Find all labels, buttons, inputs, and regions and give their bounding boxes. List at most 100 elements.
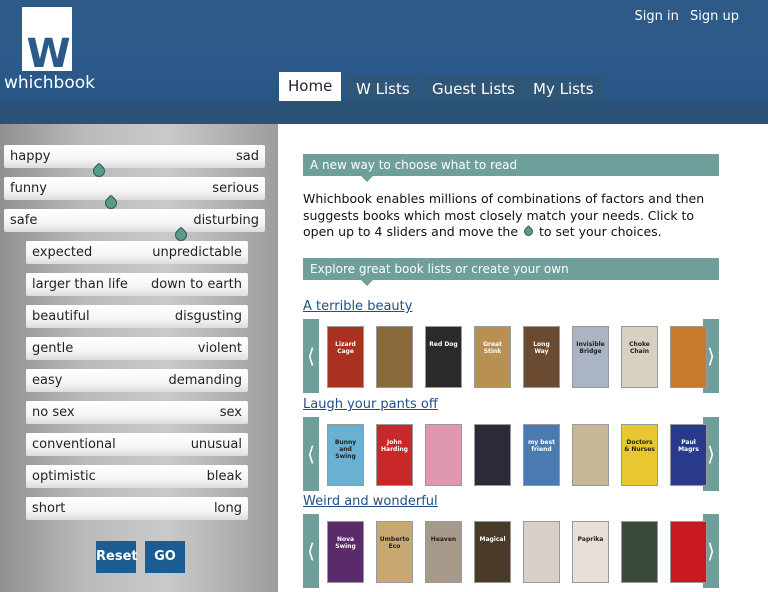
logo-w-glyph: W bbox=[26, 31, 70, 77]
slider-right-label: demanding bbox=[168, 373, 242, 388]
slider-option-no-sex-sex[interactable]: no sex sex bbox=[26, 401, 248, 424]
slider-right-label: disturbing bbox=[193, 213, 259, 228]
slider-left-label: no sex bbox=[32, 405, 75, 420]
book-cover[interactable]: my best friend bbox=[523, 424, 560, 486]
reset-button[interactable]: Reset bbox=[96, 541, 138, 573]
book-cover[interactable]: Paprika bbox=[572, 521, 609, 583]
tab-home[interactable]: Home bbox=[279, 72, 342, 101]
tab-my-lists[interactable]: My Lists bbox=[524, 76, 603, 102]
slider-right-label: disgusting bbox=[174, 309, 242, 324]
slider-right-label: sex bbox=[219, 405, 242, 420]
slider-option-conventional-unusual[interactable]: conventional unusual bbox=[26, 433, 248, 456]
book-cover-title: Lizard Cage bbox=[335, 341, 356, 355]
slider-right-label: long bbox=[213, 501, 242, 516]
go-button[interactable]: GO bbox=[145, 541, 185, 573]
lists-heading-band: Explore great book lists or create your … bbox=[303, 258, 719, 286]
slider-knob-icon bbox=[522, 225, 535, 238]
slider-happy-sad[interactable]: happy sad bbox=[4, 145, 265, 180]
list-title[interactable]: Laugh your pants off bbox=[303, 397, 438, 412]
book-cover[interactable]: Heaven bbox=[425, 521, 462, 583]
book-cover[interactable] bbox=[572, 424, 609, 486]
list-title[interactable]: Weird and wonderful bbox=[303, 494, 438, 509]
book-carousel: ⟨ ⟩ Bunny and Swing John Harding my best f… bbox=[303, 417, 719, 491]
slider-left-label: funny bbox=[10, 181, 47, 196]
book-cover[interactable]: John Harding bbox=[376, 424, 413, 486]
sign-in-link[interactable]: Sign in bbox=[635, 9, 679, 24]
logo-wordmark[interactable]: whichbook bbox=[4, 73, 95, 93]
band-notch bbox=[361, 280, 373, 286]
carousel-prev-button[interactable]: ⟨ bbox=[303, 319, 319, 393]
slider-left-label: optimistic bbox=[32, 469, 96, 484]
book-cover[interactable] bbox=[474, 424, 511, 486]
book-cover[interactable]: Magical bbox=[474, 521, 511, 583]
slider-right-label: unpredictable bbox=[152, 245, 242, 260]
band-notch bbox=[361, 176, 373, 182]
tab-w-lists[interactable]: W Lists bbox=[347, 76, 419, 102]
book-cover-title: Choke Chain bbox=[629, 341, 650, 355]
book-cover-title: Nova Swing bbox=[335, 536, 356, 550]
book-cover-title: Heaven bbox=[430, 536, 457, 543]
slider-option-short-long[interactable]: short long bbox=[26, 497, 248, 520]
intro-text-after: to set your choices. bbox=[539, 224, 662, 239]
book-cover[interactable] bbox=[425, 424, 462, 486]
book-cover[interactable]: Nova Swing bbox=[327, 521, 364, 583]
intro-heading: A new way to choose what to read bbox=[310, 158, 518, 172]
book-cover-title: Paprika bbox=[577, 536, 604, 543]
book-cover[interactable] bbox=[670, 326, 707, 388]
slider-right-label: sad bbox=[236, 149, 259, 164]
slider-option-optimistic-bleak[interactable]: optimistic bleak bbox=[26, 465, 248, 488]
book-cover[interactable] bbox=[523, 521, 560, 583]
book-cover[interactable]: Umberto Eco bbox=[376, 521, 413, 583]
book-cover[interactable] bbox=[376, 326, 413, 388]
sign-up-link[interactable]: Sign up bbox=[690, 9, 739, 24]
book-cover-title: Umberto Eco bbox=[379, 536, 410, 550]
slider-left-label: conventional bbox=[32, 437, 116, 452]
carousel-prev-button[interactable]: ⟨ bbox=[303, 514, 319, 588]
slider-left-label: short bbox=[32, 501, 66, 516]
book-cover-title: Long Way bbox=[533, 341, 550, 355]
book-cover[interactable]: Long Way bbox=[523, 326, 560, 388]
carousel-prev-button[interactable]: ⟨ bbox=[303, 417, 319, 491]
slider-option-beautiful-disgusting[interactable]: beautiful disgusting bbox=[26, 305, 248, 328]
slider-left-label: expected bbox=[32, 245, 93, 260]
slider-safe-disturbing[interactable]: safe disturbing bbox=[4, 209, 265, 244]
intro-text: Whichbook enables millions of combinatio… bbox=[303, 191, 711, 241]
book-cover-title: Paul Magrs bbox=[678, 439, 699, 453]
book-cover-title: Magical bbox=[479, 536, 506, 543]
logo-mark[interactable]: W bbox=[22, 7, 72, 77]
slider-left-label: easy bbox=[32, 373, 63, 388]
slider-left-label: happy bbox=[10, 149, 51, 164]
book-cover[interactable]: Lizard Cage bbox=[327, 326, 364, 388]
slider-right-label: bleak bbox=[206, 469, 242, 484]
book-cover[interactable]: Paul Magrs bbox=[670, 424, 707, 486]
book-cover-title: Doctors & Nurses bbox=[624, 439, 655, 453]
slider-option-larger-than-life[interactable]: larger than life down to earth bbox=[26, 273, 248, 296]
list-title[interactable]: A terrible beauty bbox=[303, 299, 412, 314]
book-cover-title: John Harding bbox=[381, 439, 408, 453]
book-cover[interactable]: Bunny and Swing bbox=[327, 424, 364, 486]
slider-funny-serious[interactable]: funny serious bbox=[4, 177, 265, 212]
slider-option-easy-demanding[interactable]: easy demanding bbox=[26, 369, 248, 392]
slider-right-label: violent bbox=[197, 341, 242, 356]
slider-right-label: down to earth bbox=[150, 277, 242, 292]
slider-left-label: safe bbox=[10, 213, 38, 228]
book-cover-title: my best friend bbox=[527, 439, 556, 453]
slider-right-label: unusual bbox=[190, 437, 242, 452]
book-cover[interactable]: Choke Chain bbox=[621, 326, 658, 388]
tab-guest-lists[interactable]: Guest Lists bbox=[423, 76, 524, 102]
book-cover[interactable]: Doctors & Nurses bbox=[621, 424, 658, 486]
book-cover[interactable]: Invisible Bridge bbox=[572, 326, 609, 388]
lists-heading: Explore great book lists or create your … bbox=[310, 262, 569, 276]
book-cover-title: Red Dog bbox=[429, 341, 458, 348]
book-carousel: ⟨ ⟩ Nova Swing Umberto Eco Heaven Magical Pa… bbox=[303, 514, 719, 588]
book-cover[interactable]: Red Dog bbox=[425, 326, 462, 388]
book-cover-title: Bunny and Swing bbox=[334, 439, 357, 460]
book-cover[interactable]: Great Stink bbox=[474, 326, 511, 388]
slider-left-label: beautiful bbox=[32, 309, 90, 324]
book-cover[interactable] bbox=[670, 521, 707, 583]
book-carousel: ⟨ ⟩ Lizard Cage Red Dog Great Stink Long Wa… bbox=[303, 319, 719, 393]
slider-option-expected-unpredictable[interactable]: expected unpredictable bbox=[26, 241, 248, 264]
slider-option-gentle-violent[interactable]: gentle violent bbox=[26, 337, 248, 360]
intro-heading-band: A new way to choose what to read bbox=[303, 154, 719, 182]
book-cover[interactable] bbox=[621, 521, 658, 583]
